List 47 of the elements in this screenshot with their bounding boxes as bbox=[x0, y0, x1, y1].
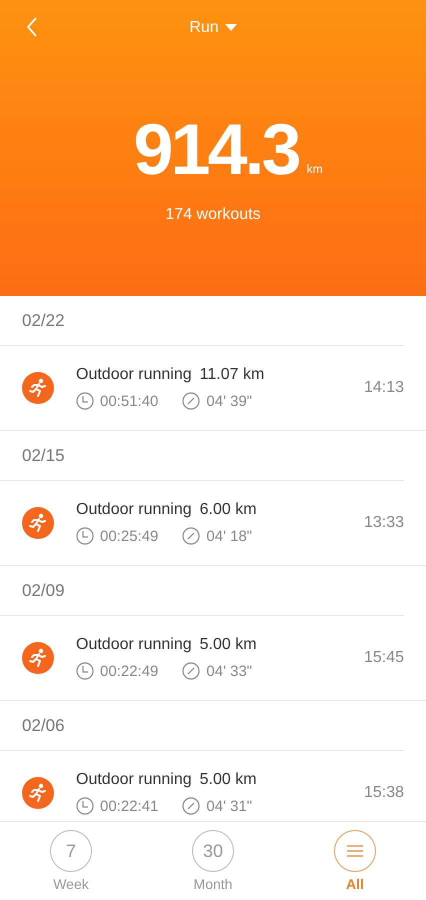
speedometer-icon bbox=[182, 797, 200, 815]
workout-pace: 04' 31" bbox=[206, 798, 252, 814]
back-icon[interactable] bbox=[26, 17, 38, 37]
speedometer-icon bbox=[182, 662, 200, 680]
period-number: 7 bbox=[66, 840, 76, 862]
speedometer-icon bbox=[182, 392, 200, 410]
total-distance: 914.3 bbox=[133, 114, 299, 186]
date-heading: 02/09 bbox=[0, 566, 404, 616]
workout-type: Outdoor running bbox=[76, 501, 192, 519]
date-heading: 02/06 bbox=[0, 701, 404, 751]
period-number: 30 bbox=[202, 840, 224, 862]
clock-icon bbox=[76, 797, 94, 815]
menu-icon bbox=[347, 845, 363, 857]
clock-icon bbox=[76, 527, 94, 545]
workout-type: Outdoor running bbox=[76, 636, 192, 654]
date-heading: 02/22 bbox=[0, 296, 404, 346]
runner-icon bbox=[22, 372, 54, 404]
clock-icon bbox=[76, 662, 94, 680]
workout-row[interactable]: Outdoor running 11.07 km 00:51:40 04' 39" 14:13 bbox=[0, 346, 426, 431]
speedometer-icon bbox=[182, 527, 200, 545]
workout-time: 15:38 bbox=[364, 784, 404, 802]
clock-icon bbox=[76, 392, 94, 410]
workout-time: 14:13 bbox=[364, 379, 404, 397]
workout-time: 13:33 bbox=[364, 514, 404, 532]
workout-type: Outdoor running bbox=[76, 771, 192, 789]
workout-distance: 11.07 km bbox=[200, 366, 264, 384]
workout-pace: 04' 18" bbox=[206, 528, 252, 544]
runner-icon bbox=[22, 507, 54, 539]
workout-duration: 00:51:40 bbox=[100, 392, 158, 410]
runner-icon bbox=[22, 777, 54, 809]
workout-distance: 6.00 km bbox=[200, 501, 257, 519]
workout-distance: 5.00 km bbox=[200, 771, 257, 789]
workout-duration: 00:22:49 bbox=[100, 662, 158, 680]
workout-duration: 00:22:41 bbox=[100, 798, 158, 814]
workout-row[interactable]: Outdoor running 6.00 km 00:25:49 04' 18" 13:33 bbox=[0, 481, 426, 566]
workout-duration: 00:25:49 bbox=[100, 528, 158, 544]
workout-pace: 04' 39" bbox=[206, 392, 252, 410]
distance-unit: km bbox=[306, 162, 323, 176]
workout-row[interactable]: Outdoor running 5.00 km 00:22:49 04' 33" 15:45 bbox=[0, 616, 426, 701]
caret-icon bbox=[224, 24, 237, 32]
date-heading: 02/15 bbox=[0, 431, 404, 481]
workout-distance: 5.00 km bbox=[200, 636, 257, 654]
workout-time: 15:45 bbox=[364, 649, 404, 667]
runner-icon bbox=[22, 642, 54, 674]
workout-count: 174 workouts bbox=[165, 206, 261, 224]
workout-type: Outdoor running bbox=[76, 366, 192, 384]
workout-pace: 04' 33" bbox=[206, 662, 252, 680]
